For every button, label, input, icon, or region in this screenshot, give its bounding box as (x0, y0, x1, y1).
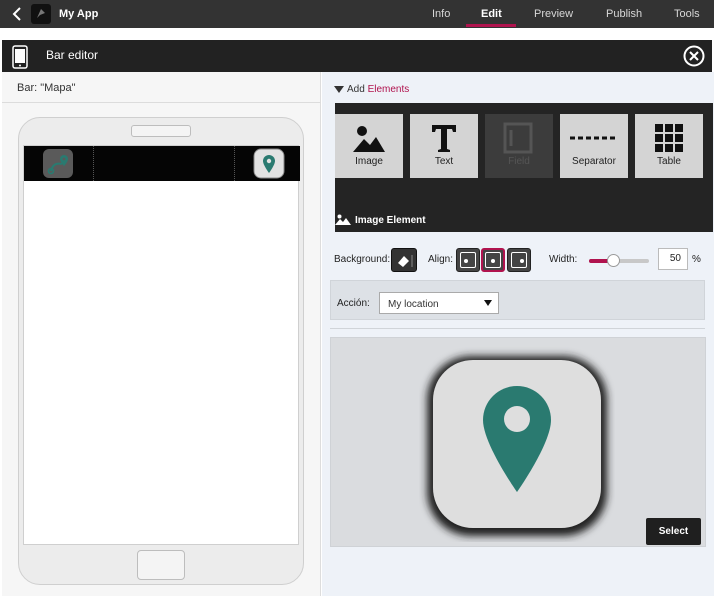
align-left-icon (460, 252, 476, 268)
align-dot (464, 259, 468, 263)
align-label: Align: (428, 254, 454, 265)
element-table[interactable]: Table (635, 114, 703, 178)
field-icon (503, 122, 533, 154)
bar-title: Bar: "Mapa" (17, 82, 76, 94)
image-icon (335, 214, 351, 225)
divider (2, 102, 321, 103)
align-right-icon (511, 252, 527, 268)
tab-preview[interactable]: Preview (534, 8, 573, 20)
align-center-button[interactable] (481, 248, 505, 272)
active-tab-indicator (466, 24, 516, 27)
phone-speaker (131, 125, 191, 137)
app-name: My App (59, 8, 99, 20)
action-section: Acción: My location (330, 280, 705, 320)
width-slider-handle[interactable] (607, 254, 620, 267)
action-select[interactable]: My location (379, 292, 499, 314)
editor-header: Bar editor (2, 40, 712, 72)
app-logo (31, 4, 51, 24)
tab-info[interactable]: Info (432, 8, 450, 20)
element-separator[interactable]: Separator (560, 114, 628, 178)
eraser-icon (398, 255, 413, 267)
bar-cell-left[interactable] (24, 146, 94, 181)
phone-screen (23, 145, 300, 545)
elements-palette: Image Text Field Separator Table Image E… (335, 103, 713, 232)
element-label: Table (657, 156, 681, 167)
app-logo-icon (37, 9, 45, 18)
editor-title: Bar editor (46, 48, 99, 62)
align-dot (520, 259, 524, 263)
divider (330, 328, 705, 329)
element-label: Image (355, 156, 383, 167)
background-picker[interactable] (391, 248, 417, 272)
separator-icon (570, 136, 618, 140)
add-elements-toggle[interactable]: Add Elements (334, 84, 409, 95)
route-icon (43, 149, 73, 178)
tab-tools[interactable]: Tools (674, 8, 700, 20)
table-icon (655, 124, 683, 152)
width-label: Width: (549, 254, 578, 265)
elements-label: Elements (367, 84, 410, 95)
image-element-heading: Image Element (335, 213, 535, 226)
select-image-button[interactable]: Select (646, 518, 701, 545)
triangle-down-icon (334, 86, 344, 93)
align-left-button[interactable] (456, 248, 480, 272)
back-arrow-icon[interactable] (8, 4, 26, 24)
align-center-icon (485, 252, 501, 268)
image-icon (353, 126, 385, 152)
image-properties-row: Background: Align: Width: 50 % (334, 248, 712, 274)
image-preview: Select (330, 337, 706, 547)
dropdown-arrow-icon (484, 300, 492, 306)
element-label: Field (508, 156, 530, 167)
element-editor-panel: Add Elements Image Text Field Separator … (322, 72, 714, 596)
map-marker-icon (427, 356, 607, 536)
align-right-button[interactable] (507, 248, 531, 272)
app-bar-preview[interactable] (24, 146, 300, 181)
image-element-label: Image Element (355, 215, 426, 226)
close-icon[interactable] (683, 45, 705, 67)
background-label: Background: (334, 254, 391, 265)
map-marker-icon (253, 148, 285, 179)
action-label: Acción: (337, 298, 370, 309)
top-navbar: My App Info Edit Preview Publish Tools (0, 0, 714, 28)
element-label: Text (434, 156, 454, 167)
element-text[interactable]: Text (410, 114, 478, 178)
phone-mockup (18, 117, 304, 585)
phone-home-button (137, 550, 185, 580)
tab-publish[interactable]: Publish (606, 8, 642, 20)
bar-cell-right[interactable] (234, 146, 300, 181)
bar-preview-panel: Bar: "Mapa" (2, 72, 321, 596)
width-unit: % (692, 254, 701, 265)
add-label: Add (347, 84, 365, 95)
element-field: Field (485, 114, 553, 178)
phone-icon (12, 45, 28, 69)
width-input[interactable]: 50 (658, 248, 688, 270)
element-image[interactable]: Image (335, 114, 403, 178)
align-dot (491, 259, 495, 263)
tab-edit[interactable]: Edit (481, 8, 502, 20)
action-selected-value: My location (388, 299, 439, 310)
element-label: Separator (572, 156, 616, 167)
text-icon (432, 125, 456, 152)
